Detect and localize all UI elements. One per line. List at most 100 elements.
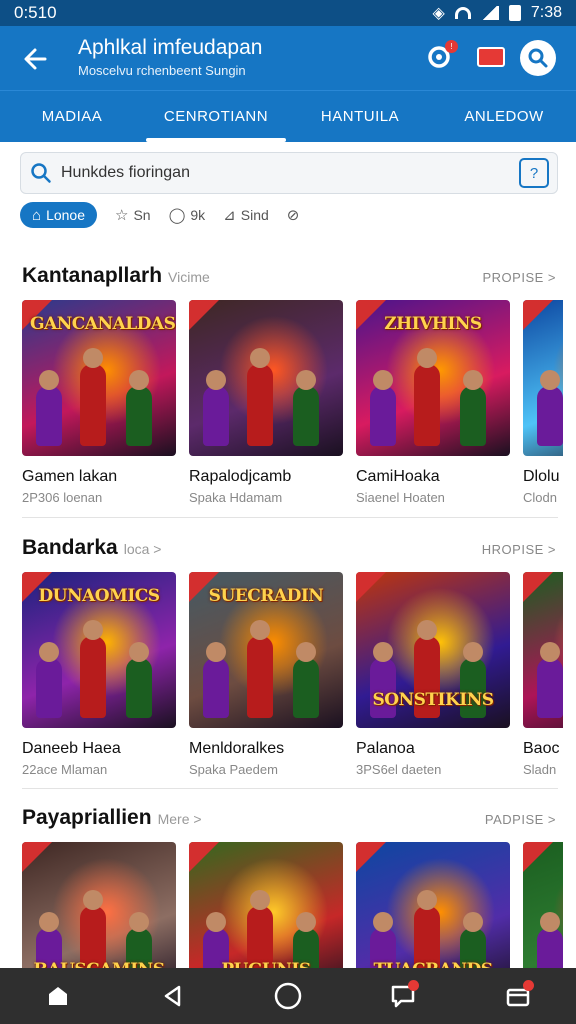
hero-head bbox=[463, 642, 483, 662]
nav-home-circle[interactable] bbox=[266, 974, 310, 1018]
game-card[interactable]: GANCANALDAS Gamen lakan 2P306 loenan bbox=[22, 300, 176, 505]
section-title: Bandarka bbox=[22, 536, 118, 559]
nav-back[interactable] bbox=[151, 974, 195, 1018]
game-cover-image: DUNAOMICS bbox=[22, 572, 176, 728]
game-title: Palanoa bbox=[356, 740, 415, 757]
section-subtitle: Vicime bbox=[168, 269, 210, 285]
page-title: Aphlkal imfeudapan bbox=[78, 36, 263, 59]
hero-head bbox=[83, 348, 103, 368]
voice-icon: ? bbox=[529, 164, 539, 182]
chip-sn[interactable]: ☆ Sn bbox=[115, 202, 151, 228]
hero-head bbox=[250, 348, 270, 368]
search-bar: ? bbox=[20, 152, 558, 194]
new-badge bbox=[523, 842, 553, 872]
home-icon: ⌂ bbox=[32, 206, 42, 224]
section-more-link[interactable]: PROPISE > bbox=[483, 270, 557, 285]
notification-badge: ! bbox=[445, 40, 458, 53]
game-card[interactable]: DUNAOMICS Daneeb Haea 22ace Mlaman bbox=[22, 572, 176, 777]
section-more-link[interactable]: HROPISE > bbox=[482, 542, 556, 557]
page-subtitle: Moscelvu rchenbeent Sungin bbox=[78, 63, 246, 78]
nav-wallet[interactable] bbox=[496, 974, 540, 1018]
diamond-icon: ◈ bbox=[432, 5, 445, 22]
star-icon: ☆ bbox=[115, 207, 129, 224]
notification-button[interactable]: ! bbox=[422, 40, 458, 74]
game-card[interactable]: Dlolu Clodn bbox=[523, 300, 563, 505]
hero-head bbox=[206, 370, 226, 390]
game-logo: ZHIVHINS bbox=[384, 314, 482, 334]
search-icon bbox=[528, 48, 548, 68]
section-subtitle: loca > bbox=[123, 541, 162, 557]
nav-home[interactable] bbox=[36, 974, 80, 1018]
hero-figure bbox=[370, 386, 396, 446]
status-time: 0:510 bbox=[14, 3, 57, 22]
game-meta: Clodn bbox=[523, 490, 557, 505]
game-title: Menldoralkes bbox=[189, 740, 285, 757]
new-badge bbox=[189, 842, 219, 872]
game-meta: Siaenel Hoaten bbox=[356, 490, 445, 505]
tab-anledow[interactable]: ANLEDOW bbox=[432, 91, 576, 142]
divider bbox=[22, 788, 558, 789]
back-button[interactable] bbox=[16, 40, 54, 78]
back-triangle-icon bbox=[164, 985, 181, 1007]
game-logo: DUNAOMICS bbox=[38, 586, 160, 606]
red-card-icon bbox=[477, 47, 505, 67]
section-more-link[interactable]: PADPISE > bbox=[485, 812, 556, 827]
game-title: Dlolu bbox=[523, 468, 560, 485]
chip-9k[interactable]: ◯ 9k bbox=[169, 202, 206, 228]
card-row: BAUSCAMINS PUGUNIS TUACRANDS SS bbox=[22, 842, 563, 968]
game-cover-image bbox=[523, 572, 563, 728]
signal-icon bbox=[480, 6, 499, 20]
voice-search-button[interactable]: ? bbox=[519, 158, 549, 188]
chip-lonoe[interactable]: ⌂ Lonoe bbox=[20, 202, 97, 228]
hero-head bbox=[540, 370, 560, 390]
back-arrow-icon bbox=[24, 48, 47, 70]
game-cover-image: PUGUNIS bbox=[189, 842, 343, 968]
chip-block[interactable]: ⊘ bbox=[287, 202, 300, 228]
game-card[interactable]: ZHIVHINS CamiHoaka Siaenel Hoaten bbox=[356, 300, 510, 505]
game-card[interactable]: Rapalodjcamb Spaka Hdamam bbox=[189, 300, 343, 505]
status-bar: 0:510 ◈ 7:38 bbox=[0, 0, 576, 26]
tab-hantuila[interactable]: HANTUILA bbox=[288, 91, 432, 142]
game-card[interactable]: PUGUNIS bbox=[189, 842, 343, 968]
game-card[interactable]: BAUSCAMINS bbox=[22, 842, 176, 968]
app-bar: Aphlkal imfeudapan Moscelvu rchenbeent S… bbox=[0, 26, 576, 90]
hero-head bbox=[250, 890, 270, 910]
section-kantanapllarh: Kantanapllarh Vicime PROPISE > GANCANALD… bbox=[0, 264, 576, 514]
game-title: Baoc bbox=[523, 740, 560, 757]
game-card[interactable]: TUACRANDS bbox=[356, 842, 510, 968]
game-meta: 2P306 loenan bbox=[22, 490, 103, 505]
chip-label: 9k bbox=[190, 207, 206, 223]
hero-figure bbox=[247, 364, 273, 446]
hero-head bbox=[373, 370, 393, 390]
game-card[interactable]: SS bbox=[523, 842, 563, 968]
hero-figure bbox=[80, 636, 106, 718]
new-badge bbox=[523, 300, 553, 330]
search-button[interactable] bbox=[520, 40, 556, 76]
tab-madiaa[interactable]: MADIAA bbox=[0, 91, 144, 142]
hero-figure bbox=[247, 636, 273, 718]
game-card[interactable]: SUECRADIN Menldoralkes Spaka Paedem bbox=[189, 572, 343, 777]
hero-head bbox=[463, 912, 483, 932]
chat-badge bbox=[408, 980, 420, 991]
hero-figure bbox=[414, 906, 440, 968]
bottom-navigation bbox=[0, 968, 576, 1024]
search-input[interactable] bbox=[61, 164, 519, 182]
nav-chat[interactable] bbox=[381, 974, 425, 1018]
hero-figure bbox=[203, 386, 229, 446]
promo-button[interactable] bbox=[474, 40, 508, 74]
game-card[interactable]: Baoc Sladn bbox=[523, 572, 563, 777]
hero-figure bbox=[414, 364, 440, 446]
hero-figure bbox=[247, 906, 273, 968]
game-cover-image bbox=[189, 300, 343, 456]
game-logo: SS bbox=[531, 960, 563, 968]
chip-sind[interactable]: ⊿ Sind bbox=[223, 202, 269, 228]
tab-cenrotiann[interactable]: CENROTIANN bbox=[144, 91, 288, 142]
game-card[interactable]: SONSTIKINS Palanoa 3PS6el daeten bbox=[356, 572, 510, 777]
game-title: Gamen lakan bbox=[22, 468, 118, 485]
hero-figure bbox=[80, 364, 106, 446]
game-cover-image bbox=[523, 300, 563, 456]
game-logo: PUGUNIS bbox=[197, 960, 335, 968]
game-title: Daneeb Haea bbox=[22, 740, 121, 757]
hero-head bbox=[39, 642, 59, 662]
game-cover-image: ZHIVHINS bbox=[356, 300, 510, 456]
